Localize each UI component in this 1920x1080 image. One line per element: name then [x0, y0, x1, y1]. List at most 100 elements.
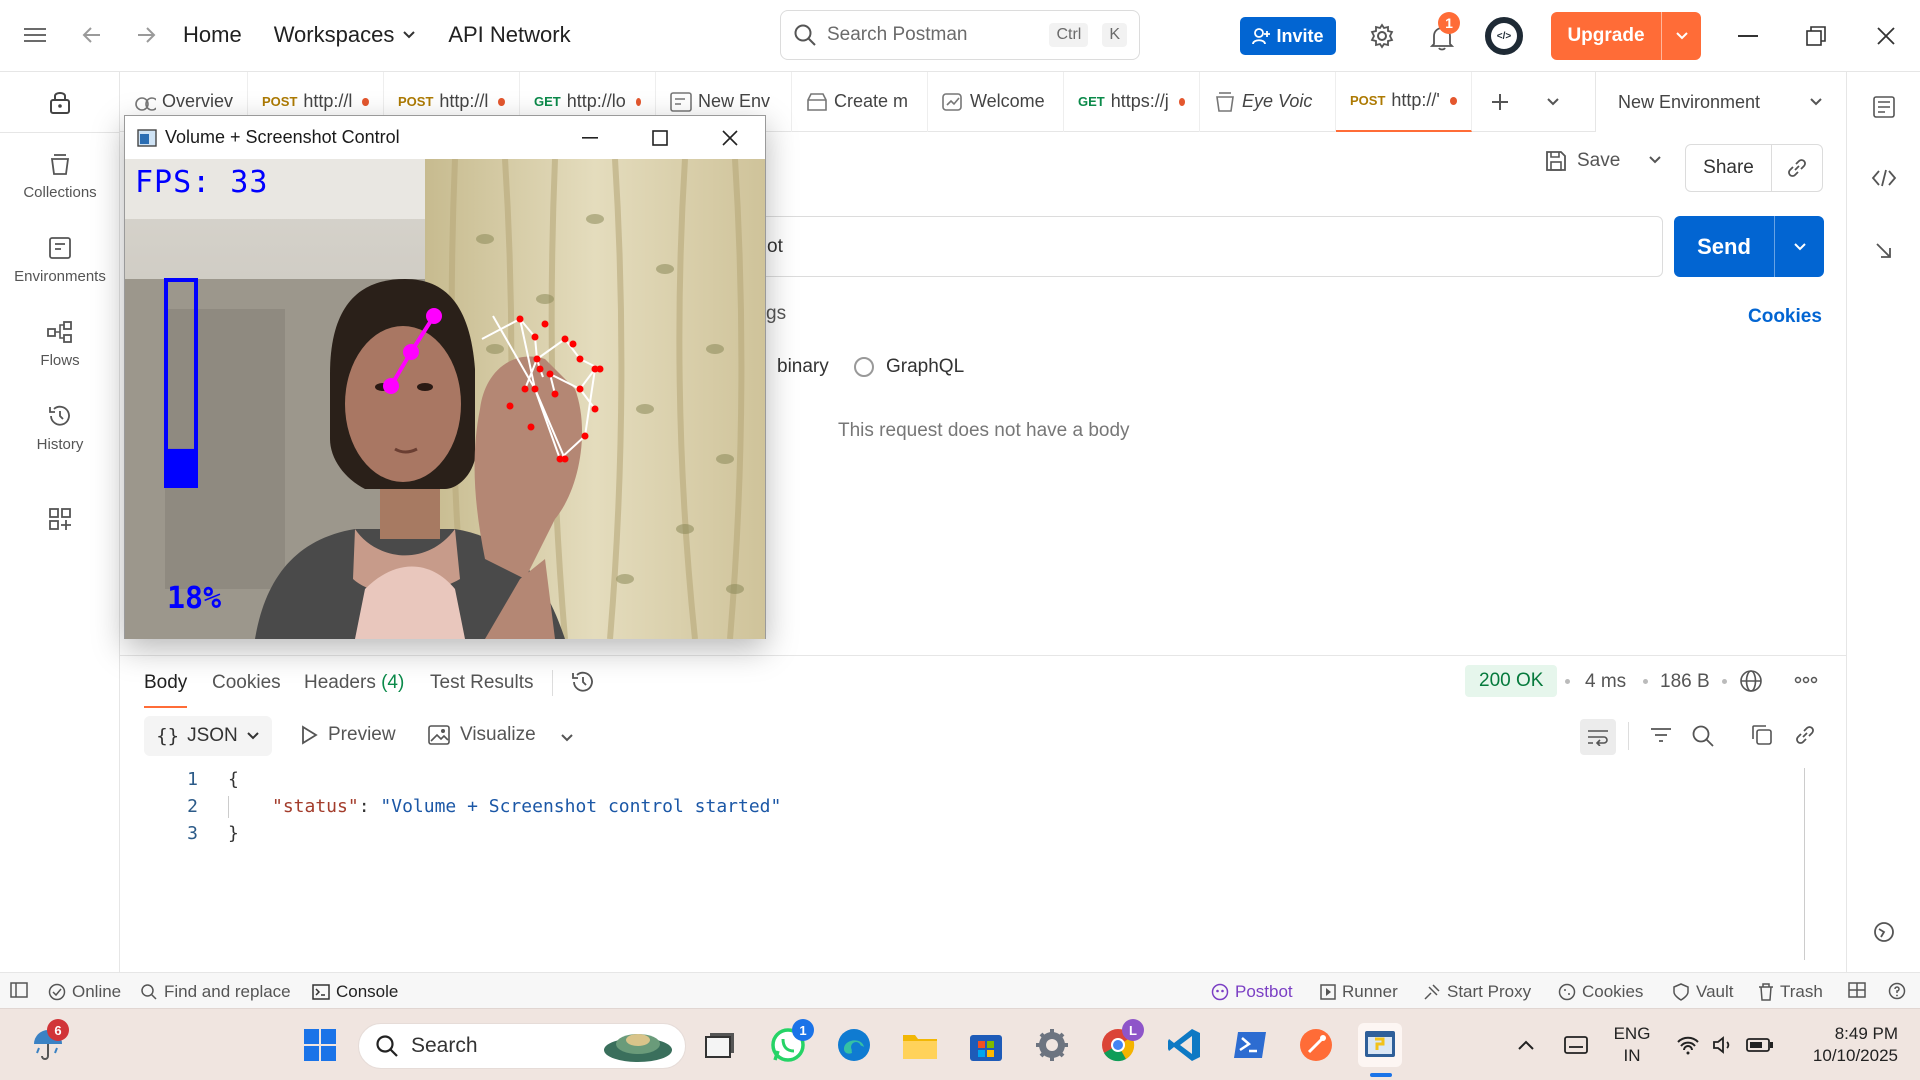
- camera-control-window[interactable]: Volume + Screenshot Control FPS: 33 18%: [124, 115, 766, 639]
- maximize-icon[interactable]: [625, 116, 695, 159]
- response-time[interactable]: 4 ms: [1585, 671, 1626, 693]
- response-body-code[interactable]: 1 { 2 "status" : "Volume + Screenshot co…: [170, 766, 781, 847]
- new-tab-plus-icon[interactable]: [1472, 72, 1528, 132]
- tabs-overflow-chevron-icon[interactable]: [1528, 72, 1578, 132]
- sidebar-item-environments[interactable]: Environments: [0, 236, 120, 285]
- console-button[interactable]: Console: [312, 982, 398, 1002]
- tab-mock[interactable]: Create m: [792, 71, 928, 132]
- show-hidden-icons-chevron-icon[interactable]: [1504, 1023, 1548, 1067]
- chevron-down-icon[interactable]: [1774, 216, 1824, 277]
- sidebar-item-history[interactable]: History: [0, 404, 120, 453]
- runner-button[interactable]: Runner: [1320, 982, 1398, 1002]
- environment-select[interactable]: New Environment: [1595, 72, 1845, 132]
- send-button[interactable]: Send: [1674, 216, 1824, 277]
- powershell-icon[interactable]: [1228, 1023, 1272, 1067]
- sidebar-item-flows[interactable]: Flows: [0, 320, 120, 369]
- invite-button[interactable]: Invite: [1240, 17, 1336, 55]
- response-size[interactable]: 186 B: [1660, 671, 1710, 693]
- edge-browser-icon[interactable]: [832, 1023, 876, 1067]
- body-option-binary[interactable]: binary: [777, 356, 829, 378]
- chevron-down-icon[interactable]: [1661, 12, 1701, 60]
- network-globe-icon[interactable]: [1738, 668, 1764, 699]
- trash-button[interactable]: Trash: [1758, 982, 1823, 1002]
- file-explorer-icon[interactable]: [898, 1023, 942, 1067]
- visualize-button[interactable]: Visualize: [428, 724, 536, 746]
- nav-workspaces[interactable]: Workspaces: [274, 22, 417, 48]
- sidebar-item-collections[interactable]: Collections: [0, 152, 120, 201]
- postbot-button[interactable]: Postbot: [1211, 982, 1293, 1002]
- vault-button[interactable]: Vault: [1672, 982, 1734, 1002]
- tab-request-active[interactable]: POST http://': [1336, 71, 1472, 132]
- tab-settings[interactable]: gs: [766, 303, 786, 325]
- chevron-down-icon[interactable]: [560, 730, 574, 748]
- battery-icon[interactable]: [1738, 1023, 1782, 1067]
- toggle-sidebar-icon[interactable]: [10, 982, 28, 998]
- add-workbench-icon[interactable]: [0, 507, 120, 531]
- documentation-icon[interactable]: [1847, 96, 1920, 118]
- more-options-icon[interactable]: [1794, 672, 1818, 693]
- tab-body[interactable]: Body: [144, 672, 188, 708]
- find-and-replace[interactable]: Find and replace: [140, 982, 291, 1002]
- code-icon[interactable]: [1847, 168, 1920, 188]
- cookies-link[interactable]: Cookies: [1748, 306, 1822, 328]
- link-icon[interactable]: [1794, 724, 1816, 751]
- tab-cookies[interactable]: Cookies: [212, 672, 281, 694]
- minimize-icon[interactable]: [1730, 18, 1766, 54]
- capture-requests-icon[interactable]: [1847, 920, 1920, 944]
- microsoft-store-icon[interactable]: [964, 1023, 1008, 1067]
- avatar[interactable]: </>: [1485, 17, 1523, 55]
- restore-icon[interactable]: [1798, 18, 1834, 54]
- task-view-icon[interactable]: [698, 1023, 742, 1067]
- search-box[interactable]: Search Postman Ctrl K: [780, 10, 1140, 60]
- response-format-select[interactable]: {} JSON: [144, 716, 272, 756]
- tab-headers[interactable]: Headers (4): [304, 672, 404, 694]
- language-indicator[interactable]: ENG IN: [1610, 1023, 1654, 1067]
- related-collections-icon[interactable]: [1847, 240, 1920, 262]
- lock-icon[interactable]: [0, 90, 120, 114]
- cookies-button[interactable]: Cookies: [1558, 982, 1643, 1002]
- filter-icon[interactable]: [1650, 726, 1672, 749]
- preview-button[interactable]: Preview: [300, 724, 396, 746]
- body-option-graphql[interactable]: GraphQL: [854, 356, 964, 378]
- windows-start-icon[interactable]: [298, 1023, 342, 1067]
- layout-icon[interactable]: [1848, 982, 1866, 998]
- copy-icon[interactable]: [1751, 724, 1773, 751]
- tab-test-results[interactable]: Test Results: [430, 672, 533, 694]
- settings-gear-icon[interactable]: [1030, 1023, 1074, 1067]
- postman-icon[interactable]: [1294, 1023, 1338, 1067]
- vertical-scrollbar[interactable]: [1804, 768, 1805, 960]
- clock[interactable]: 8:49 PM 10/10/2025: [1794, 1023, 1898, 1067]
- close-icon[interactable]: [695, 116, 765, 159]
- back-arrow-icon[interactable]: [74, 17, 110, 53]
- settings-gear-icon[interactable]: [1364, 18, 1400, 54]
- upgrade-button[interactable]: Upgrade: [1551, 12, 1701, 60]
- status-online[interactable]: Online: [48, 982, 121, 1002]
- tablet-mode-icon[interactable]: [1554, 1023, 1598, 1067]
- tab-request[interactable]: GET https://j: [1064, 71, 1200, 132]
- share-button[interactable]: Share: [1685, 144, 1823, 192]
- tab-welcome[interactable]: Welcome: [928, 71, 1064, 132]
- nav-api-network[interactable]: API Network: [448, 22, 570, 48]
- minimize-icon[interactable]: [555, 116, 625, 159]
- url-input[interactable]: ot: [760, 216, 1663, 277]
- close-icon[interactable]: [1868, 18, 1904, 54]
- search-icon[interactable]: [1691, 724, 1715, 753]
- menu-icon[interactable]: [17, 17, 53, 53]
- nav-home[interactable]: Home: [183, 22, 242, 48]
- radio-button[interactable]: [854, 357, 874, 377]
- save-button[interactable]: Save: [1545, 150, 1664, 172]
- indent-guide: [228, 796, 229, 818]
- help-icon[interactable]: [1888, 982, 1906, 1000]
- status-badge[interactable]: 200 OK: [1465, 665, 1558, 697]
- start-proxy-button[interactable]: Start Proxy: [1423, 982, 1531, 1002]
- python-window-icon[interactable]: [1358, 1023, 1402, 1067]
- vscode-icon[interactable]: [1162, 1023, 1206, 1067]
- taskbar-search[interactable]: Search: [358, 1023, 686, 1069]
- copy-link-icon[interactable]: [1772, 157, 1822, 179]
- response-history-icon[interactable]: [570, 669, 596, 700]
- wrap-lines-icon[interactable]: [1580, 719, 1616, 755]
- tab-collection[interactable]: Eye Voic: [1200, 71, 1336, 132]
- chevron-down-icon[interactable]: [1630, 155, 1664, 167]
- forward-arrow-icon[interactable]: [128, 17, 164, 53]
- camera-window-titlebar[interactable]: Volume + Screenshot Control: [125, 116, 765, 159]
